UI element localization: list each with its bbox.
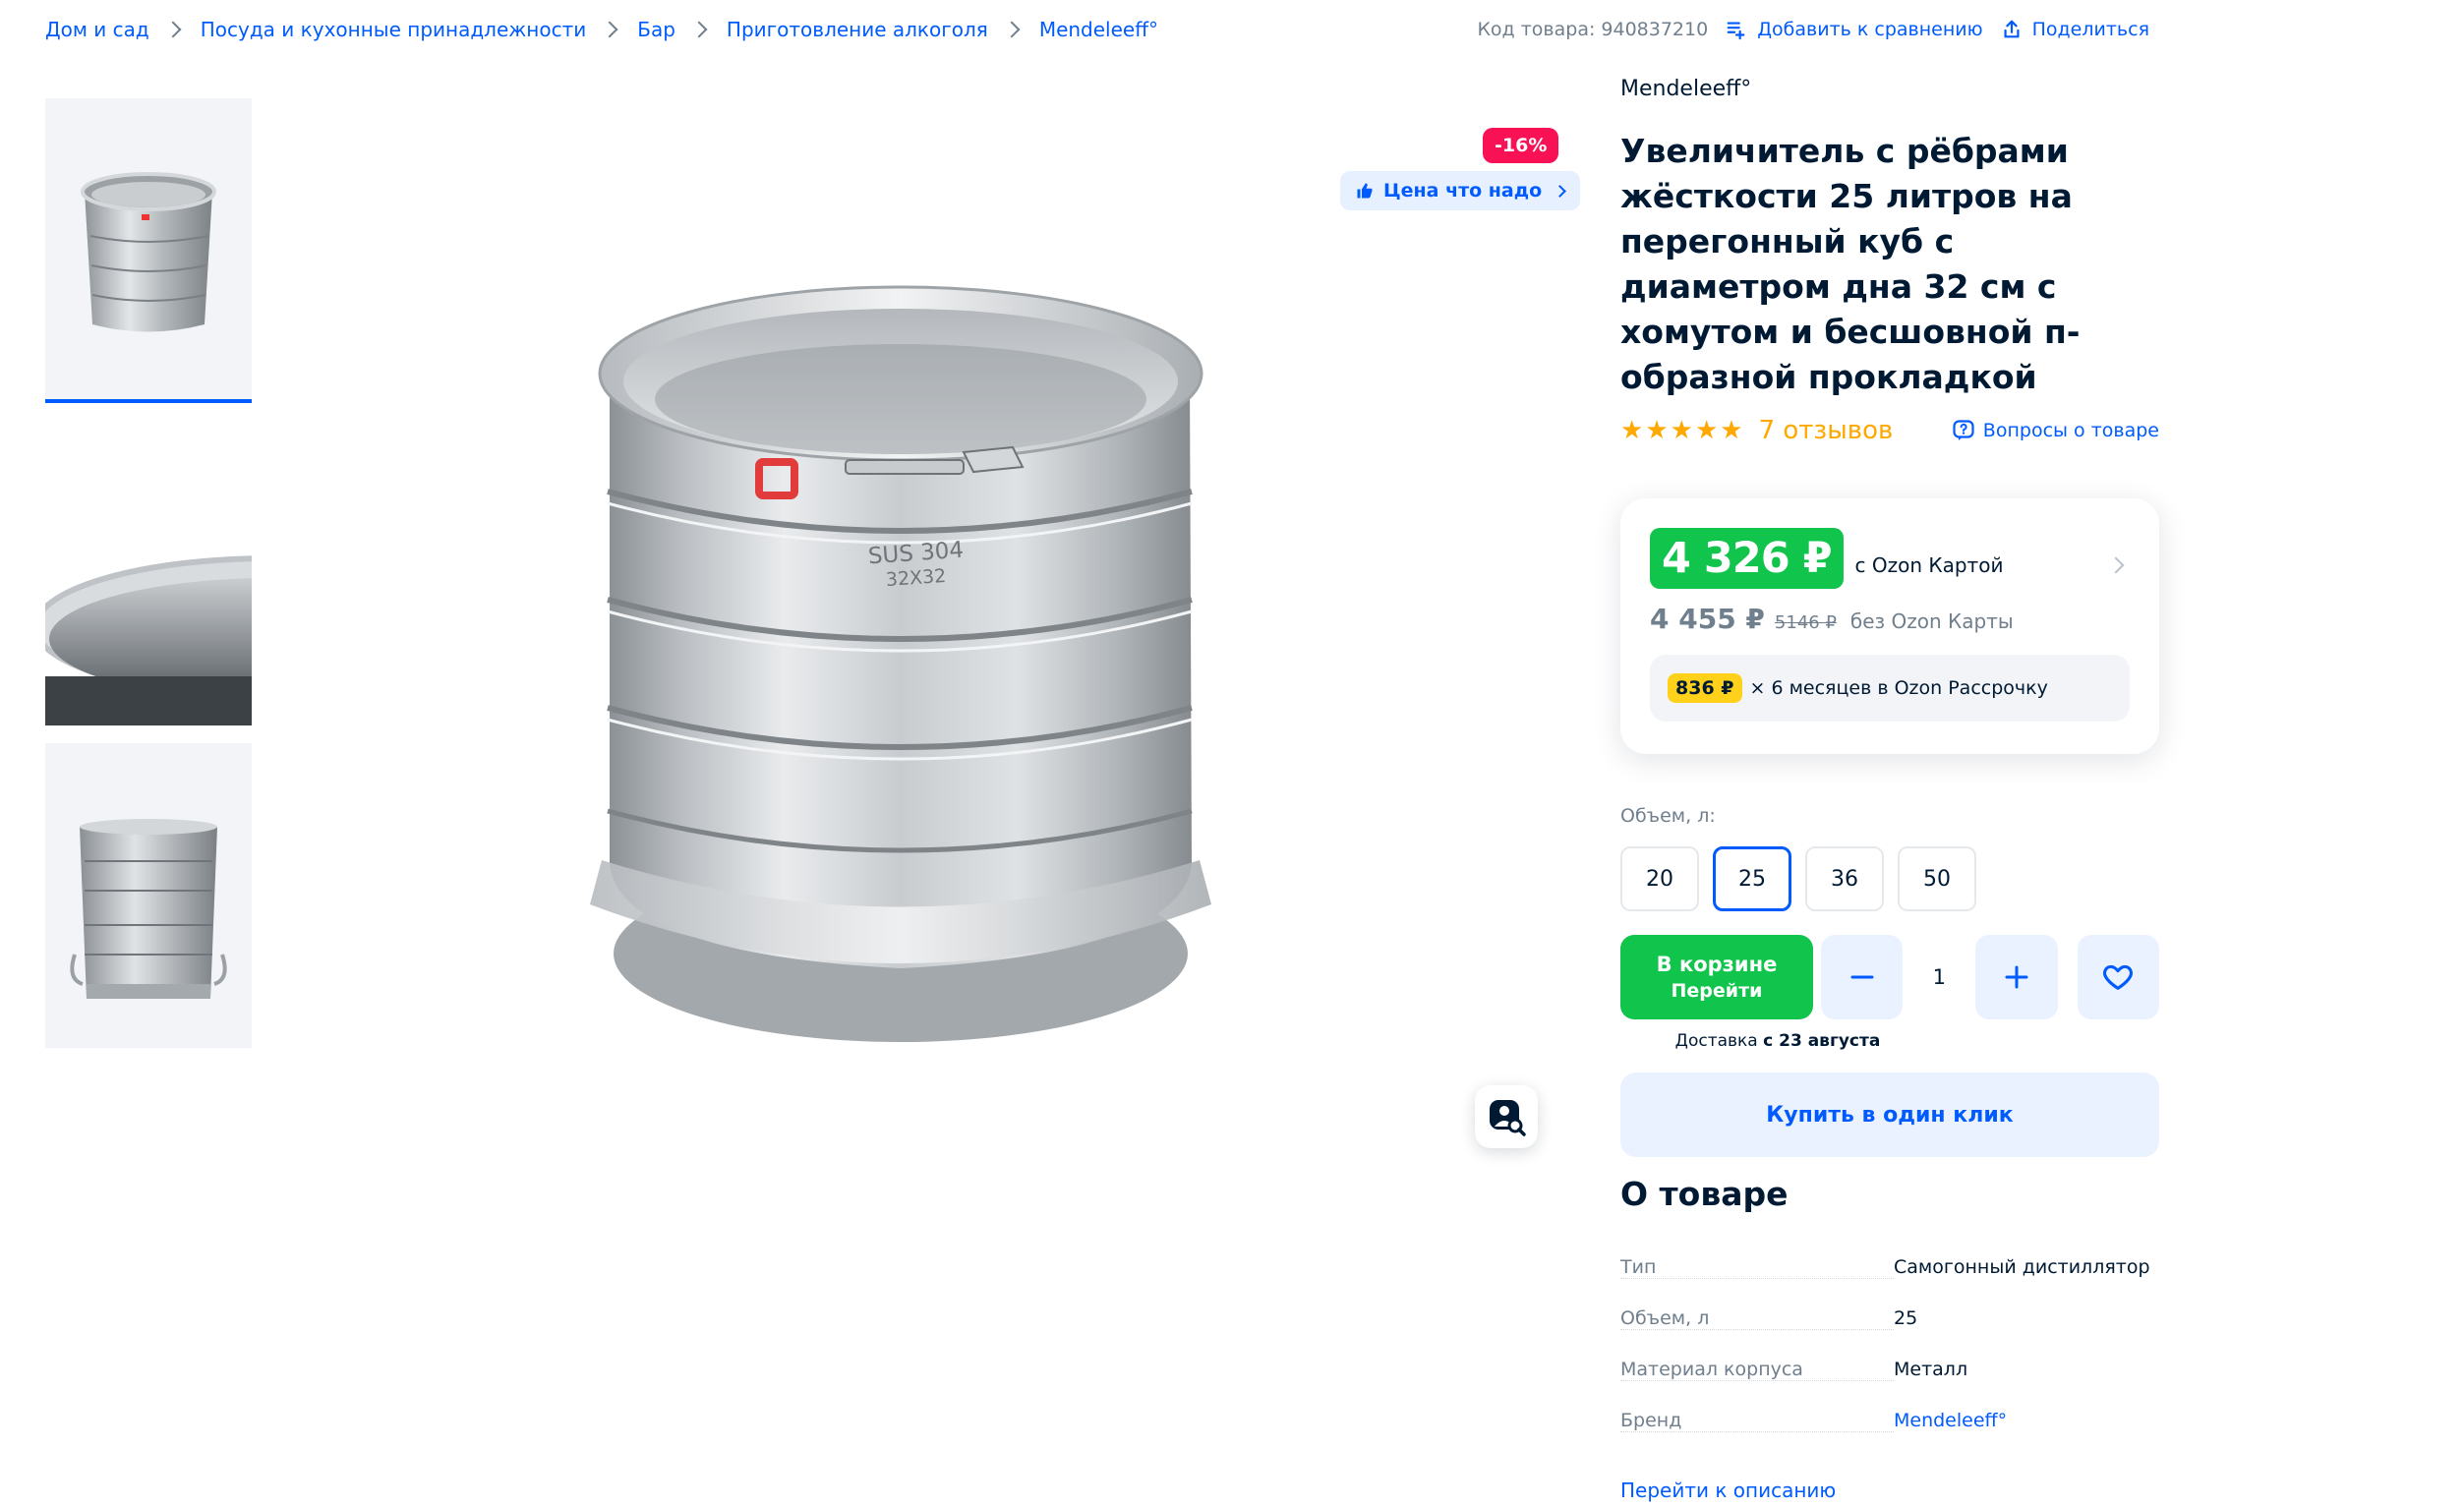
share-icon bbox=[2004, 20, 2020, 38]
spec-value: Самогонный дистиллятор bbox=[1894, 1256, 2150, 1278]
buy-row: В корзине Перейти 1 bbox=[1620, 935, 2160, 1019]
share-button[interactable]: Поделиться bbox=[2001, 19, 2149, 40]
volume-option-50[interactable]: 50 bbox=[1898, 846, 1976, 911]
increase-quantity-button[interactable] bbox=[1975, 935, 2058, 1019]
thumbnail-list bbox=[45, 98, 252, 1066]
delivery-date: с 23 августа bbox=[1763, 1031, 1881, 1051]
spec-row: Объем, л 25 bbox=[1620, 1307, 2159, 1359]
star-icon: ★ bbox=[1670, 416, 1693, 445]
heart-icon bbox=[2103, 964, 2134, 990]
cart-button-label: В корзине bbox=[1656, 953, 1778, 976]
thumbnail-1[interactable] bbox=[45, 98, 252, 403]
image-search-icon bbox=[1490, 1100, 1526, 1136]
thumbnail-3[interactable] bbox=[45, 743, 252, 1048]
minus-icon bbox=[1850, 975, 1874, 979]
buy-one-click-button[interactable]: Купить в один клик bbox=[1620, 1072, 2159, 1157]
breadcrumb-bar[interactable]: Бар bbox=[637, 18, 675, 41]
thumbs-up-icon bbox=[1357, 183, 1373, 199]
star-icon: ★ bbox=[1694, 416, 1719, 445]
rating-row: ★ ★ ★ ★ ★ 7 отзывов Вопросы о товаре bbox=[1620, 418, 2159, 443]
good-price-label: Цена что надо bbox=[1383, 180, 1543, 202]
brand-link[interactable]: Mendeleeff° bbox=[1620, 77, 2159, 101]
spec-row: Тип Самогонный дистиллятор bbox=[1620, 1256, 2159, 1307]
spec-row: Материал корпуса Металл bbox=[1620, 1359, 2159, 1410]
product-image: SUS 304 32X32 bbox=[590, 285, 1211, 1042]
spec-key: Объем, л bbox=[1620, 1307, 1894, 1330]
go-to-description-link[interactable]: Перейти к описанию bbox=[1620, 1478, 2159, 1502]
spec-list: Тип Самогонный дистиллятор Объем, л 25 М… bbox=[1620, 1256, 2159, 1461]
discount-badge: -16% bbox=[1483, 128, 1559, 163]
about-title: О товаре bbox=[1620, 1175, 1789, 1213]
spec-value: 25 bbox=[1894, 1307, 1918, 1329]
chevron-right-icon bbox=[601, 21, 618, 38]
top-bar: Дом и сад Посуда и кухонные принадлежнос… bbox=[45, 10, 2149, 49]
plus-icon bbox=[2005, 965, 2028, 989]
quantity-value: 1 bbox=[1932, 965, 1946, 989]
star-icon: ★ bbox=[1645, 416, 1669, 445]
installment-banner[interactable]: 836 ₽ × 6 месяцев в Ozon Рассрочку bbox=[1650, 655, 2130, 722]
reviews-link[interactable]: 7 отзывов bbox=[1759, 418, 1894, 443]
star-icon: ★ bbox=[1620, 416, 1644, 445]
breadcrumb-kitchenware[interactable]: Посуда и кухонные принадлежности bbox=[201, 18, 587, 41]
chevron-right-icon bbox=[164, 21, 182, 38]
installment-text: × 6 месяцев в Ozon Рассрочку bbox=[1749, 677, 2048, 699]
in-cart-button[interactable]: В корзине Перейти bbox=[1620, 935, 1813, 1019]
main-product-image[interactable]: SUS 304 32X32 bbox=[551, 275, 1259, 1062]
spec-key: Тип bbox=[1620, 1256, 1894, 1279]
price-card[interactable]: 4 326 ₽ с Ozon Картой 4 455 ₽ 5146 ₽ без… bbox=[1620, 498, 2159, 754]
installment-amount: 836 ₽ bbox=[1668, 673, 1742, 703]
star-icon: ★ bbox=[1720, 416, 1743, 445]
breadcrumb: Дом и сад Посуда и кухонные принадлежнос… bbox=[45, 18, 1158, 41]
spec-value: Металл bbox=[1894, 1359, 1968, 1380]
regular-price: 4 455 ₽ bbox=[1650, 603, 1765, 635]
volume-option-36[interactable]: 36 bbox=[1805, 846, 1884, 911]
product-title: Увеличитель с рёбрами жёсткости 25 литро… bbox=[1620, 132, 2081, 396]
volume-option-20[interactable]: 20 bbox=[1620, 846, 1699, 911]
question-icon bbox=[1953, 420, 1974, 440]
thumbnail-2[interactable] bbox=[45, 421, 252, 725]
share-label: Поделиться bbox=[2031, 19, 2149, 40]
breadcrumb-home-garden[interactable]: Дом и сад bbox=[45, 18, 149, 41]
engraving-text: 32X32 bbox=[885, 565, 947, 591]
breadcrumb-brand[interactable]: Mendeleeff° bbox=[1039, 18, 1158, 41]
compare-label: Добавить к сравнению bbox=[1757, 19, 1983, 40]
compare-button[interactable]: Добавить к сравнению bbox=[1726, 19, 1983, 40]
product-thumbnail-image bbox=[70, 819, 227, 999]
regular-price-note: без Ozon Карты bbox=[1849, 609, 2014, 633]
chevron-right-icon bbox=[1554, 184, 1567, 198]
good-price-chip[interactable]: Цена что надо bbox=[1340, 171, 1581, 210]
delivery-prefix: Доставка bbox=[1674, 1031, 1764, 1051]
questions-link[interactable]: Вопросы о товаре bbox=[1952, 419, 2159, 442]
card-price-row: 4 326 ₽ с Ozon Картой bbox=[1650, 528, 2130, 589]
spec-row: Бренд Mendeleeff° bbox=[1620, 1410, 2159, 1461]
card-price: 4 326 ₽ bbox=[1650, 528, 1844, 589]
volume-options: 20 25 36 50 bbox=[1620, 846, 2159, 911]
spec-key: Материал корпуса bbox=[1620, 1359, 1894, 1381]
product-thumbnail-image bbox=[45, 421, 252, 725]
top-actions: Код товара: 940837210 Добавить к сравнен… bbox=[1477, 10, 2149, 49]
spec-key: Бренд bbox=[1620, 1410, 1894, 1432]
chevron-right-icon bbox=[690, 21, 708, 38]
compare-icon bbox=[1727, 22, 1745, 40]
sku-label: Код товара: 940837210 bbox=[1477, 19, 1709, 40]
rating-stars[interactable]: ★ ★ ★ ★ ★ 7 отзывов bbox=[1620, 418, 1893, 443]
image-search-button[interactable] bbox=[1475, 1085, 1538, 1148]
decrease-quantity-button[interactable] bbox=[1820, 935, 1904, 1019]
spec-brand-link[interactable]: Mendeleeff° bbox=[1894, 1410, 2007, 1431]
product-thumbnail-image bbox=[81, 172, 216, 332]
cart-button-sublabel: Перейти bbox=[1671, 980, 1763, 1002]
breadcrumb-alcohol[interactable]: Приготовление алкоголя bbox=[727, 18, 988, 41]
chevron-right-icon bbox=[1003, 21, 1021, 38]
delivery-info: Доставка с 23 августа bbox=[1620, 1031, 1935, 1051]
regular-price-row: 4 455 ₽ 5146 ₽ без Ozon Карты bbox=[1650, 603, 2130, 635]
questions-label: Вопросы о товаре bbox=[1982, 420, 2159, 441]
favorite-button[interactable] bbox=[2077, 935, 2160, 1019]
product-info-panel: Mendeleeff° Увеличитель с рёбрами жёстко… bbox=[1620, 69, 2160, 1502]
card-price-note: с Ozon Картой bbox=[1854, 553, 2004, 577]
volume-option-25[interactable]: 25 bbox=[1713, 846, 1791, 911]
volume-label: Объем, л: bbox=[1620, 805, 1716, 827]
old-price: 5146 ₽ bbox=[1774, 612, 1837, 633]
